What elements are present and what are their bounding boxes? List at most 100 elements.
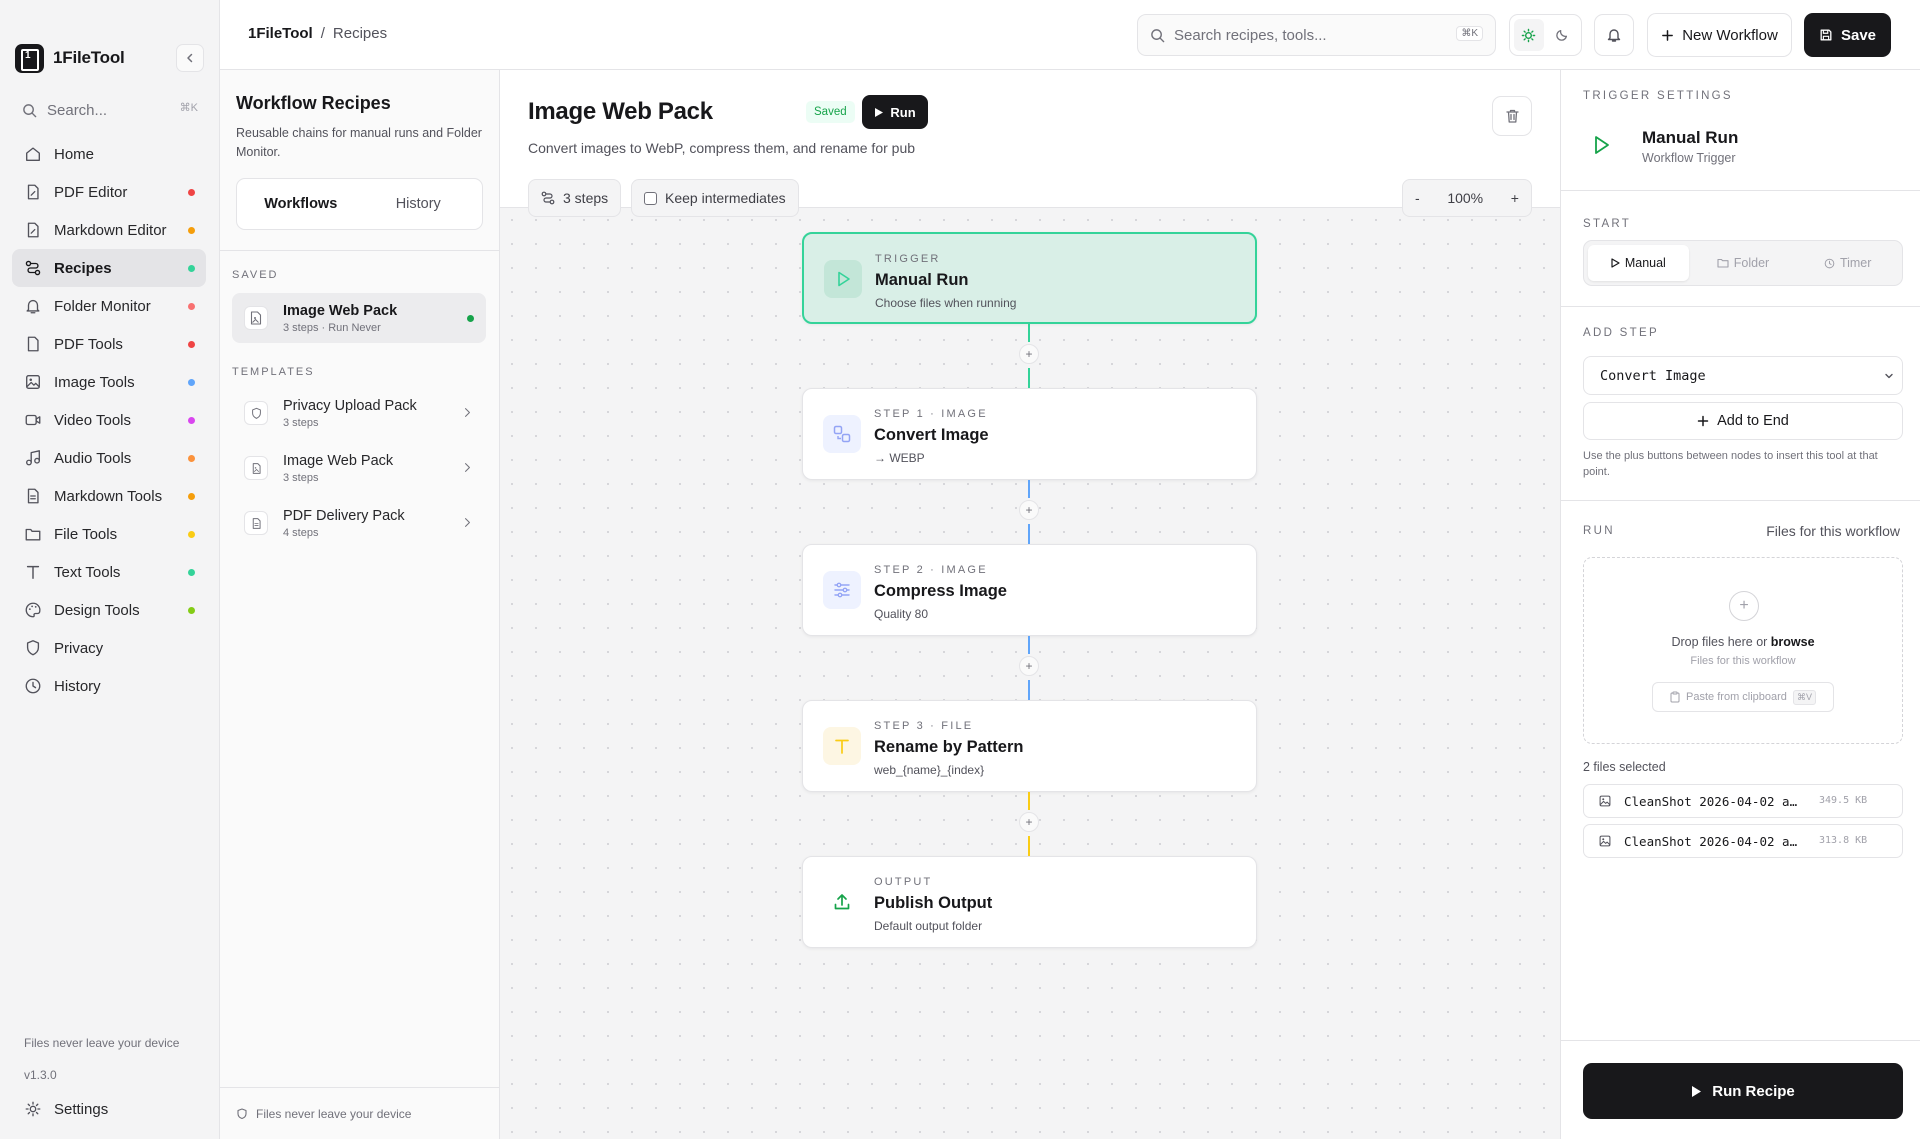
global-search-input[interactable]: Search recipes, tools... ⌘K xyxy=(1137,14,1496,56)
file-icon xyxy=(24,335,42,353)
add-step-value: Convert Image xyxy=(1600,367,1706,384)
step-node[interactable]: STEP 1 · IMAGE Convert Image → WEBP xyxy=(802,388,1257,480)
breadcrumb: 1FileTool / Recipes xyxy=(248,25,387,42)
sidebar-item-home[interactable]: Home xyxy=(12,135,206,173)
global-search-placeholder: Search recipes, tools... xyxy=(1174,26,1327,44)
sidebar-item-design-tools[interactable]: Design Tools xyxy=(12,591,206,629)
output-node[interactable]: OUTPUT Publish Output Default output folde… xyxy=(802,856,1257,948)
play-outline-icon xyxy=(1583,126,1621,164)
save-button[interactable]: Save xyxy=(1804,13,1891,57)
sidebar-item-folder-monitor[interactable]: Folder Monitor xyxy=(12,287,206,325)
file-drop-zone[interactable]: + Drop files here or browse Files for th… xyxy=(1583,557,1903,744)
paste-from-clipboard-button[interactable]: Paste from clipboard ⌘V xyxy=(1652,682,1834,712)
sidebar-item-history[interactable]: History xyxy=(12,667,206,705)
template-recipe-item[interactable]: Privacy Upload Pack 3 steps xyxy=(232,388,486,438)
connector-line xyxy=(1028,324,1030,342)
zoom-out-button[interactable]: - xyxy=(1415,190,1420,206)
workflow-canvas[interactable]: TRIGGER Manual Run Choose files when runni… xyxy=(500,207,1560,1139)
sidebar-item-privacy[interactable]: Privacy xyxy=(12,629,206,667)
palette-icon xyxy=(24,601,42,619)
tab-history[interactable]: History xyxy=(360,184,478,224)
run-button[interactable]: Run xyxy=(862,95,928,129)
bell-icon xyxy=(24,297,42,315)
sidebar-item-file-tools[interactable]: File Tools xyxy=(12,515,206,553)
sidebar-item-markdown-tools[interactable]: Markdown Tools xyxy=(12,477,206,515)
notifications-button[interactable] xyxy=(1594,14,1634,56)
recipes-panel-title: Workflow Recipes xyxy=(236,93,391,113)
folder-icon xyxy=(24,525,42,543)
delete-workflow-button[interactable] xyxy=(1492,96,1532,136)
template-name: Privacy Upload Pack xyxy=(283,397,417,414)
markdown-icon xyxy=(24,487,42,505)
category-color-dot xyxy=(188,303,195,310)
insert-step-button[interactable]: + xyxy=(1019,812,1039,832)
brand[interactable]: 1 1FileTool xyxy=(15,43,125,73)
add-step-select[interactable]: Convert Image xyxy=(1583,356,1903,395)
sidebar-item-pdf-editor[interactable]: PDF Editor xyxy=(12,173,206,211)
step-node[interactable]: STEP 2 · IMAGE Compress Image Quality 80 xyxy=(802,544,1257,636)
sidebar-item-label: History xyxy=(54,677,101,695)
selected-file-row[interactable]: CleanShot 2026-04-02 at 09.14.22.png 349.… xyxy=(1583,784,1903,818)
trash-icon xyxy=(1505,109,1519,123)
template-meta: 4 steps xyxy=(283,526,319,539)
keep-intermediates-checkbox[interactable]: Keep intermediates xyxy=(631,179,799,217)
add-to-end-label: Add to End xyxy=(1717,413,1789,429)
saved-section-label: SAVED xyxy=(232,269,279,281)
image-icon xyxy=(24,373,42,391)
sidebar-item-markdown-editor[interactable]: Markdown Editor xyxy=(12,211,206,249)
start-option-manual[interactable]: Manual xyxy=(1588,245,1689,281)
workflow-editor: Image Web Pack Saved Run Convert images … xyxy=(500,70,1560,1139)
divider xyxy=(1561,500,1920,501)
sidebar-item-settings[interactable]: Settings xyxy=(12,1090,206,1128)
insert-step-button[interactable]: + xyxy=(1019,656,1039,676)
saved-recipe-name: Image Web Pack xyxy=(283,302,398,319)
collapse-sidebar-button[interactable] xyxy=(176,44,204,72)
zoom-in-button[interactable]: + xyxy=(1511,190,1519,206)
template-recipe-item[interactable]: PDF Delivery Pack 4 steps xyxy=(232,498,486,548)
workflow-title[interactable]: Image Web Pack xyxy=(528,98,713,126)
browse-link[interactable]: browse xyxy=(1771,635,1815,649)
sidebar-item-text-tools[interactable]: Text Tools xyxy=(12,553,206,591)
recipes-panel: Workflow Recipes Reusable chains for man… xyxy=(220,70,500,1139)
sidebar-search-shortcut: ⌘K xyxy=(179,102,198,114)
top-bar: 1FileTool / Recipes Search recipes, tool… xyxy=(220,0,1920,70)
insert-step-button[interactable]: + xyxy=(1019,500,1039,520)
global-search-shortcut: ⌘K xyxy=(1456,26,1483,41)
template-recipe-item[interactable]: Image Web Pack 3 steps xyxy=(232,443,486,493)
step-node[interactable]: STEP 3 · FILE Rename by Pattern web_{name}… xyxy=(802,700,1257,792)
tab-workflows[interactable]: Workflows xyxy=(242,184,360,224)
insert-step-button[interactable]: + xyxy=(1019,344,1039,364)
workflow-icon xyxy=(24,259,42,277)
light-mode-button[interactable] xyxy=(1514,19,1544,51)
selected-file-row[interactable]: CleanShot 2026-04-02 at 09.15.07.png 313.… xyxy=(1583,824,1903,858)
sidebar-item-label: Audio Tools xyxy=(54,449,132,467)
saved-recipe-item[interactable]: Image Web Pack 3 steps · Run Never xyxy=(232,293,486,343)
category-color-dot xyxy=(188,455,195,462)
category-color-dot xyxy=(188,417,195,424)
breadcrumb-root[interactable]: 1FileTool xyxy=(248,25,313,42)
file-size: 349.5 KB xyxy=(1819,795,1868,806)
sidebar-item-pdf-tools[interactable]: PDF Tools xyxy=(12,325,206,363)
chevron-right-icon xyxy=(461,406,474,419)
sidebar-item-recipes[interactable]: Recipes xyxy=(12,249,206,287)
start-option-timer[interactable]: Timer xyxy=(1797,245,1898,281)
dark-mode-button[interactable] xyxy=(1548,19,1578,51)
gear-icon xyxy=(25,1101,41,1117)
template-meta: 3 steps xyxy=(283,471,319,484)
category-color-dot xyxy=(188,341,195,348)
sidebar-search[interactable]: Search... ⌘K xyxy=(22,98,198,122)
shield-icon xyxy=(24,639,42,657)
add-to-end-button[interactable]: Add to End xyxy=(1583,402,1903,440)
sidebar-item-video-tools[interactable]: Video Tools xyxy=(12,401,206,439)
start-option-folder[interactable]: Folder xyxy=(1693,245,1794,281)
sidebar-item-image-tools[interactable]: Image Tools xyxy=(12,363,206,401)
keep-intermediates-label: Keep intermediates xyxy=(665,190,786,206)
files-selected-count: 2 files selected xyxy=(1583,760,1666,774)
trigger-node[interactable]: TRIGGER Manual Run Choose files when runni… xyxy=(802,232,1257,324)
template-meta: 3 steps xyxy=(283,416,319,429)
saved-recipe-meta: 3 steps · Run Never xyxy=(283,321,381,334)
new-workflow-button[interactable]: New Workflow xyxy=(1647,13,1792,57)
run-recipe-button[interactable]: Run Recipe xyxy=(1583,1063,1903,1119)
sidebar-item-audio-tools[interactable]: Audio Tools xyxy=(12,439,206,477)
play-icon xyxy=(1611,258,1620,268)
